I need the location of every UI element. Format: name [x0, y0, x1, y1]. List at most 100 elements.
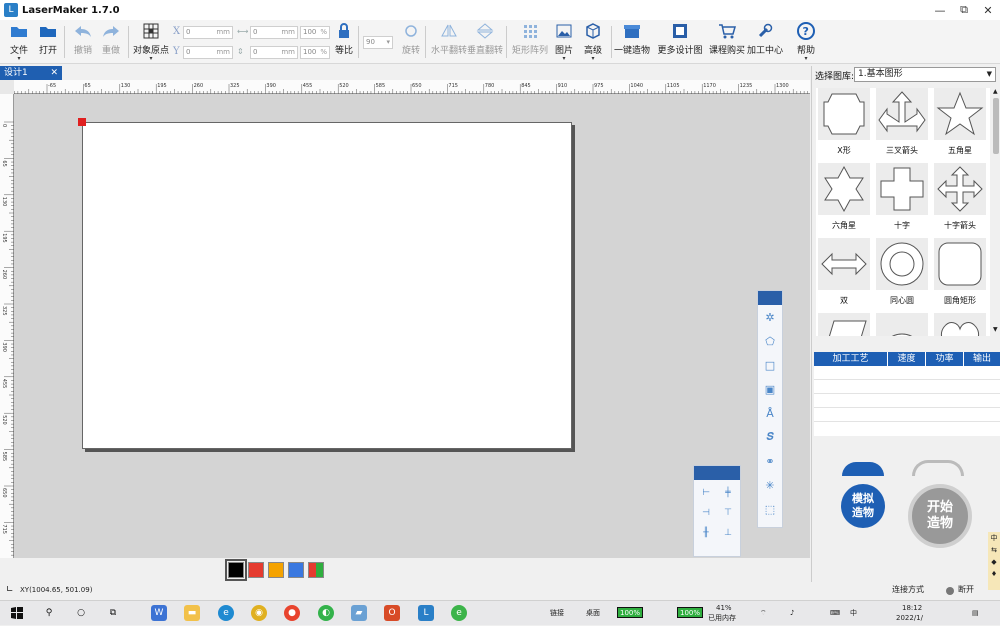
- shape-heart[interactable]: [932, 313, 988, 336]
- horizontal-flip-button[interactable]: 水平翻转: [431, 22, 467, 56]
- work-paper[interactable]: [82, 122, 572, 449]
- frame-tool-icon[interactable]: ▣: [758, 377, 782, 401]
- library-select[interactable]: 1.基本图形 ▼: [854, 67, 996, 82]
- rotate-angle-input[interactable]: 90 ▾: [363, 36, 393, 49]
- ime-indicator[interactable]: 中: [850, 601, 857, 626]
- tray-link[interactable]: 链接: [550, 601, 564, 626]
- select-box-icon[interactable]: ⬚: [758, 497, 782, 521]
- notification-icon[interactable]: ▤: [972, 601, 979, 626]
- tab-design1[interactable]: 设计1 ✕: [0, 66, 62, 80]
- shape-cross-arrow[interactable]: 十字箭头: [932, 163, 988, 238]
- align-left-icon[interactable]: ⊢: [698, 486, 714, 500]
- shape-concentric-circle[interactable]: 同心圆: [874, 238, 930, 313]
- ruler-label: 195: [157, 83, 167, 89]
- shape-parallelogram[interactable]: [816, 313, 872, 336]
- edge-icon[interactable]: e: [218, 605, 234, 621]
- file-button[interactable]: 文件 ▾: [4, 22, 34, 62]
- align-center-icon[interactable]: ╪: [720, 486, 736, 500]
- align-middle-icon[interactable]: ╫: [698, 526, 714, 540]
- disconnect-label[interactable]: 断开: [958, 582, 974, 598]
- buy-course-button[interactable]: 课程购买: [709, 22, 745, 56]
- rectangle-tool-icon[interactable]: □: [758, 353, 782, 377]
- redo-button[interactable]: 重做: [96, 22, 126, 56]
- shape-semicircle[interactable]: [874, 313, 930, 336]
- chrome-icon[interactable]: ◉: [251, 605, 267, 621]
- origin-marker[interactable]: [78, 118, 86, 126]
- clock-time[interactable]: 18:12: [902, 603, 922, 613]
- laser-tool-icon[interactable]: ✳: [758, 473, 782, 497]
- color-swatch-multi[interactable]: [308, 562, 324, 578]
- minimize-button[interactable]: —: [928, 0, 952, 20]
- scale-height-input[interactable]: 100%: [300, 46, 330, 59]
- gear-shape-icon[interactable]: ✲: [758, 305, 782, 329]
- rotate-button[interactable]: 旋转: [396, 22, 426, 56]
- shape-five-star[interactable]: 五角星: [932, 88, 988, 163]
- grid-origin-icon: [141, 22, 161, 40]
- ruler-label: 650: [1, 488, 7, 498]
- box-icon: [622, 22, 642, 40]
- keyboard-icon[interactable]: ⌨: [830, 601, 840, 626]
- canvas-area[interactable]: -65 65 130 195 260 325 390 455 520 585 650 715 780 84…: [0, 80, 810, 558]
- maps-icon[interactable]: ●: [284, 605, 300, 621]
- align-right-icon[interactable]: ⊣: [698, 506, 714, 520]
- side-tool-strip[interactable]: 中 ⇆ ◆ ♦: [988, 532, 1000, 590]
- width-input[interactable]: 0 mm: [250, 26, 298, 39]
- scale-width-input[interactable]: 100%: [300, 26, 330, 39]
- clock-date[interactable]: 2022/1/: [896, 613, 923, 623]
- advanced-button[interactable]: 高级 ▾: [578, 22, 608, 62]
- object-origin-button[interactable]: 对象原点 ▾: [133, 22, 169, 62]
- one-key-make-button[interactable]: 一键造物: [614, 22, 650, 56]
- color-swatch-blue[interactable]: [288, 562, 304, 578]
- search-icon[interactable]: ⚲: [41, 605, 57, 621]
- scroll-thumb[interactable]: [993, 98, 999, 154]
- vertical-flip-button[interactable]: 垂直翻转: [467, 22, 503, 56]
- wifi-icon[interactable]: ⌔: [760, 601, 767, 626]
- color-swatch-red[interactable]: [248, 562, 264, 578]
- x-position-input[interactable]: 0 mm: [183, 26, 233, 39]
- lock-ratio-button[interactable]: 等比: [329, 22, 359, 56]
- start-make-button[interactable]: 开始 造物: [908, 484, 972, 548]
- curve-tool-icon[interactable]: 𝑺: [758, 425, 782, 449]
- shape-trident-arrow[interactable]: 三叉箭头: [874, 88, 930, 163]
- simulate-make-button[interactable]: 模拟 造物: [841, 484, 885, 528]
- open-button[interactable]: 打开: [33, 22, 63, 56]
- volume-icon[interactable]: ♪: [790, 601, 794, 626]
- wps-icon[interactable]: W: [151, 605, 167, 621]
- shape-six-star[interactable]: 六角星: [816, 163, 872, 238]
- library-scrollbar[interactable]: ▲ ▼: [992, 88, 1000, 336]
- wechat-icon[interactable]: ◐: [318, 605, 334, 621]
- shape-cross[interactable]: 十字: [874, 163, 930, 238]
- shape-rounded-rect[interactable]: 圆角矩形: [932, 238, 988, 313]
- close-button[interactable]: ✕: [976, 0, 1000, 20]
- help-button[interactable]: ? 帮助 ▾: [791, 22, 821, 62]
- file-explorer-icon[interactable]: ▬: [184, 605, 200, 621]
- process-center-button[interactable]: 加工中心: [747, 22, 783, 56]
- lasermaker-taskbar-icon[interactable]: L: [418, 605, 434, 621]
- cortana-icon[interactable]: ○: [73, 605, 89, 621]
- right-panel: 选择图库: 1.基本图形 ▼ X形 三叉箭头 五角星 六角星 十字 十字箭头 双…: [811, 66, 1000, 590]
- shape-double-arrow[interactable]: 双: [816, 238, 872, 313]
- undo-button[interactable]: 撤销: [68, 22, 98, 56]
- image-button[interactable]: 图片 ▾: [549, 22, 579, 62]
- ie-icon[interactable]: e: [451, 605, 467, 621]
- shape-x[interactable]: X形: [816, 88, 872, 163]
- y-position-input[interactable]: 0 mm: [183, 46, 233, 59]
- office-icon[interactable]: O: [384, 605, 400, 621]
- task-view-icon[interactable]: ⧉: [105, 605, 121, 621]
- tab-close-icon[interactable]: ✕: [50, 66, 58, 80]
- color-swatch-black[interactable]: [225, 559, 247, 581]
- restore-button[interactable]: ⧉: [952, 0, 976, 20]
- tray-desktop[interactable]: 桌面: [586, 601, 600, 626]
- app-icon[interactable]: ▰: [351, 605, 367, 621]
- color-swatch-orange[interactable]: [268, 562, 284, 578]
- windows-start-icon[interactable]: [9, 605, 25, 621]
- text-tool-icon[interactable]: Å: [758, 401, 782, 425]
- align-top-icon[interactable]: ⊤: [720, 506, 736, 520]
- more-designs-button[interactable]: 更多设计图: [658, 22, 703, 56]
- align-bottom-icon[interactable]: ⊥: [720, 526, 736, 540]
- height-input[interactable]: 0 mm: [250, 46, 298, 59]
- tag-shape-icon[interactable]: ⬠: [758, 329, 782, 353]
- combine-tool-icon[interactable]: ⚭: [758, 449, 782, 473]
- array-grid-icon: [520, 22, 540, 40]
- rect-array-button[interactable]: 矩形阵列: [512, 22, 548, 56]
